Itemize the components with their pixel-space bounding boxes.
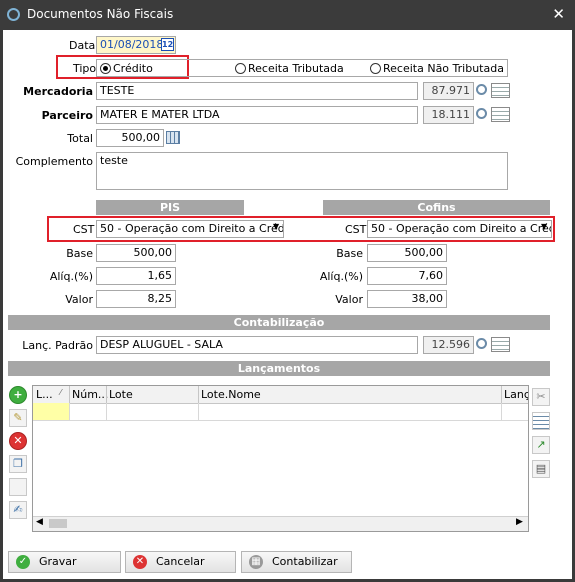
window-title: Documentos Não Fiscais <box>27 7 174 21</box>
note-icon[interactable]: ✍ <box>9 501 27 519</box>
calculator-icon[interactable] <box>166 131 180 144</box>
total-label: Total <box>67 132 93 145</box>
cofins-aliq-field[interactable]: 7,60 <box>367 267 447 285</box>
title-bar: Documentos Não Fiscais ✕ <box>0 0 575 30</box>
gravar-button[interactable]: ✓ Gravar <box>8 551 121 573</box>
total-field[interactable]: 500,00 <box>96 129 164 147</box>
cancel-icon: ✕ <box>133 555 147 569</box>
contabilizacao-header: Contabilização <box>8 315 550 330</box>
search-icon[interactable] <box>476 338 487 349</box>
lancamentos-header: Lançamentos <box>8 361 550 376</box>
chevron-down-icon[interactable]: ▼ <box>273 222 279 231</box>
mercadoria-code: 87.971 <box>423 82 474 100</box>
radio-receita-tributada-label: Receita Tributada <box>248 62 344 75</box>
sort-icon: ⁄ <box>60 388 62 397</box>
scroll-right-icon[interactable]: ▶ <box>516 517 523 527</box>
list-icon[interactable] <box>491 107 510 122</box>
lanc-padrao-label: Lanç. Padrão <box>22 339 93 352</box>
radio-receita-nao-tributada[interactable] <box>370 63 381 74</box>
cofins-aliq-label: Alíq.(%) <box>319 270 363 283</box>
form-body: Data 01/08/2018 12 Tipo Crédito Receita … <box>3 30 572 579</box>
blank-tool-icon[interactable] <box>9 478 27 496</box>
scroll-left-icon[interactable]: ◀ <box>36 517 43 527</box>
column-header[interactable]: Núm... <box>72 388 108 401</box>
cancelar-label: Cancelar <box>156 555 205 568</box>
print-icon[interactable]: ▤ <box>532 460 550 478</box>
add-icon[interactable]: + <box>9 386 27 404</box>
pis-valor-label: Valor <box>65 293 93 306</box>
data-label: Data <box>69 39 96 52</box>
radio-credito[interactable] <box>100 63 111 74</box>
column-header[interactable]: L... <box>36 388 53 401</box>
cofins-cst-select[interactable]: 50 - Operação com Direito a Crédit <box>367 220 552 238</box>
search-icon[interactable] <box>476 84 487 95</box>
pis-base-field[interactable]: 500,00 <box>96 244 176 262</box>
cancelar-button[interactable]: ✕ Cancelar <box>125 551 236 573</box>
radio-receita-tributada[interactable] <box>235 63 246 74</box>
grid-icon[interactable] <box>532 412 550 430</box>
list-icon[interactable] <box>491 337 510 352</box>
dialog-window: Documentos Não Fiscais ✕ Data 01/08/2018… <box>0 0 575 582</box>
scroll-thumb[interactable] <box>49 519 67 528</box>
radio-receita-nao-tributada-label: Receita Não Tributada <box>383 62 504 75</box>
mercadoria-label: Mercadoria <box>23 85 93 98</box>
column-header[interactable]: Lote.Nome <box>201 388 261 401</box>
contabilizar-label: Contabilizar <box>272 555 338 568</box>
table-row[interactable] <box>33 403 528 421</box>
pis-aliq-label: Alíq.(%) <box>49 270 93 283</box>
lancamentos-grid[interactable]: L... ⁄ Núm... Lote Lote.Nome Lanç. ◀ <box>32 385 529 532</box>
pis-cst-label: CST <box>73 223 95 236</box>
complemento-textarea[interactable]: teste <box>96 152 508 190</box>
cofins-header: Cofins <box>323 200 550 215</box>
parceiro-field[interactable]: MATER E MATER LTDA <box>96 106 418 124</box>
cofins-valor-field[interactable]: 38,00 <box>367 290 447 308</box>
cofins-valor-label: Valor <box>335 293 363 306</box>
pis-cst-select[interactable]: 50 - Operação com Direito a Crédit <box>96 220 284 238</box>
pis-base-label: Base <box>66 247 93 260</box>
tipo-label: Tipo <box>73 62 97 75</box>
edit-icon[interactable]: ✎ <box>9 409 27 427</box>
gravar-label: Gravar <box>39 555 77 568</box>
pis-header: PIS <box>96 200 244 215</box>
mercadoria-field[interactable]: TESTE <box>96 82 418 100</box>
cofins-base-field[interactable]: 500,00 <box>367 244 447 262</box>
cofins-cst-value: 50 - Operação com Direito a Crédit <box>371 222 552 235</box>
parceiro-label: Parceiro <box>41 109 93 122</box>
pis-aliq-field[interactable]: 1,65 <box>96 267 176 285</box>
list-icon[interactable] <box>491 83 510 98</box>
lanc-padrao-field[interactable]: DESP ALUGUEL - SALA <box>96 336 418 354</box>
data-value: 01/08/2018 <box>100 38 164 51</box>
pis-valor-field[interactable]: 8,25 <box>96 290 176 308</box>
grid-header: L... ⁄ Núm... Lote Lote.Nome Lanç. <box>33 386 528 404</box>
cofins-base-label: Base <box>336 247 363 260</box>
check-icon: ✓ <box>16 555 30 569</box>
close-icon[interactable]: ✕ <box>552 5 565 23</box>
lanc-padrao-code: 12.596 <box>423 336 474 354</box>
app-logo-icon <box>7 8 20 21</box>
contabilizar-button[interactable]: ▦ Contabilizar <box>241 551 352 573</box>
column-header[interactable]: Lote <box>109 388 133 401</box>
delete-icon[interactable]: ✕ <box>9 432 27 450</box>
horizontal-scrollbar[interactable]: ◀ ▶ <box>33 516 528 531</box>
radio-credito-label: Crédito <box>113 62 153 75</box>
export-icon[interactable]: ↗ <box>532 436 550 454</box>
calendar-icon[interactable]: 12 <box>161 38 174 51</box>
calculator-icon: ▦ <box>249 555 263 569</box>
complemento-label: Complemento <box>15 155 93 168</box>
parceiro-code: 18.111 <box>423 106 474 124</box>
copy-icon[interactable]: ❐ <box>9 455 27 473</box>
cofins-cst-label: CST <box>345 223 367 236</box>
column-header[interactable]: Lanç. <box>504 388 528 401</box>
search-icon[interactable] <box>476 108 487 119</box>
pin-icon[interactable]: ✂ <box>532 388 550 406</box>
chevron-down-icon[interactable]: ▼ <box>541 222 547 231</box>
pis-cst-value: 50 - Operação com Direito a Crédit <box>100 222 284 235</box>
